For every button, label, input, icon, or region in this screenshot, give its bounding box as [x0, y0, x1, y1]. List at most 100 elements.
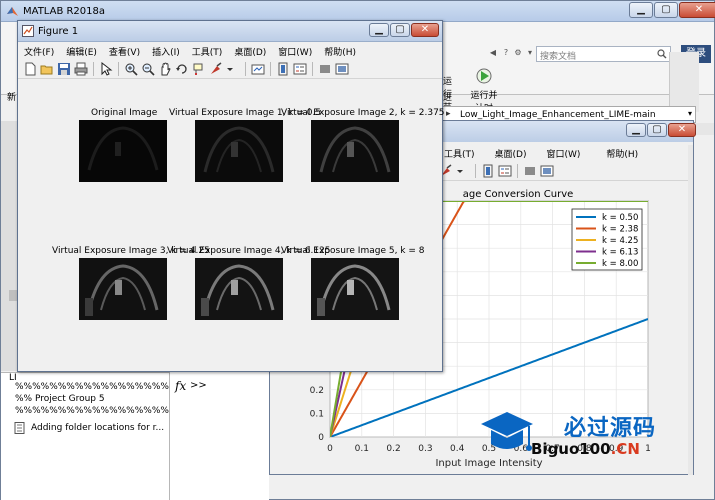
pan-icon[interactable] — [157, 61, 173, 77]
menu-help[interactable]: 帮助(H) — [318, 43, 362, 59]
close-button[interactable]: ✕ — [679, 2, 715, 18]
ribbon-left-fragment: 新 — [7, 93, 17, 103]
help-icon[interactable]: ? — [500, 48, 512, 60]
menu-desktop[interactable]: 桌面(D) — [228, 43, 272, 59]
subplot-title-original: Original Image — [91, 108, 158, 118]
menu-tools[interactable]: 工具(T) — [186, 43, 229, 59]
colorbar-icon[interactable] — [275, 61, 291, 77]
legend-label: k = 2.38 — [602, 225, 638, 235]
brush-dropdown-icon[interactable] — [225, 61, 241, 77]
close-icon: ✕ — [420, 24, 430, 35]
hide-plot-tools-icon[interactable] — [317, 61, 333, 77]
maximize-button[interactable]: ▢ — [654, 2, 678, 18]
figure-1-toolbar — [18, 59, 442, 79]
figure-1-titlebar[interactable]: Figure 1 ▁ ▢ ✕ — [18, 21, 442, 42]
rotate-3d-icon[interactable] — [174, 61, 190, 77]
watermark-cn-text: 必过源码 — [564, 416, 657, 441]
data-cursor-icon[interactable] — [191, 61, 207, 77]
fig1-close-button[interactable]: ✕ — [411, 23, 439, 37]
fx-icon[interactable]: fx — [175, 379, 186, 393]
command-prompt: >> — [190, 380, 207, 391]
dropdown-arrow-icon[interactable]: ▾ — [524, 48, 536, 60]
close-icon: ✕ — [694, 4, 704, 15]
script-file-icon — [14, 422, 25, 434]
subplot-title-exposure-2: Virtual Exposure Image 2, k = 2.375 — [281, 108, 445, 118]
watermark-url-main: Biguo100 — [531, 440, 611, 458]
exposure-1-raster — [195, 120, 283, 182]
toolbar-separator — [93, 62, 94, 76]
virtual-exposure-image-2 — [311, 120, 399, 182]
legend-label: k = 4.25 — [602, 236, 638, 246]
community-icon[interactable]: ⚙ — [512, 48, 524, 60]
y-tick-label: 0.2 — [310, 386, 324, 396]
save-icon[interactable] — [56, 61, 72, 77]
file-list-item[interactable]: Adding folder locations for r... — [31, 423, 164, 433]
toolbar-separator — [270, 62, 271, 76]
toolbar-separator — [312, 62, 313, 76]
figure-1-canvas: Original Image Virtual Exposure Image 1,… — [19, 80, 445, 370]
legend-label: k = 6.13 — [602, 248, 638, 258]
watermark-url: Biguo100.CN — [531, 440, 640, 458]
exposure-3-raster — [79, 258, 167, 320]
virtual-exposure-image-5 — [311, 258, 399, 320]
menu-view[interactable]: 查看(V) — [103, 43, 146, 59]
show-plot-tools-icon[interactable] — [334, 61, 350, 77]
zoom-in-icon[interactable] — [123, 61, 139, 77]
search-docs-input[interactable]: 搜索文档 — [536, 46, 671, 62]
address-dropdown-icon[interactable]: ▾ — [688, 109, 692, 118]
open-file-icon[interactable] — [39, 61, 55, 77]
menu-insert[interactable]: 插入(I) — [146, 43, 186, 59]
virtual-exposure-image-1 — [195, 120, 283, 182]
legend-label: k = 8.00 — [602, 259, 638, 269]
comment-line-2: %% Project Group 5 — [15, 394, 105, 404]
edit-plot-icon[interactable] — [98, 61, 114, 77]
x-tick-label: 0.3 — [418, 444, 432, 454]
minimize-button[interactable]: ▁ — [629, 2, 653, 18]
graduation-cap-logo-icon — [481, 412, 533, 451]
watermark-url-suffix: .CN — [610, 440, 640, 458]
brush-tool-icon[interactable] — [208, 61, 224, 77]
x-tick-label: 0.2 — [386, 444, 400, 454]
figure-1-menubar: 文件(F) 编辑(E) 查看(V) 插入(I) 工具(T) 桌面(D) 窗口(W… — [18, 43, 442, 59]
original-image — [79, 120, 167, 182]
minimize-icon: ▁ — [637, 4, 645, 15]
search-icon — [657, 49, 667, 59]
watermark: 必过源码 Biguo100.CN — [477, 408, 687, 468]
main-window-title: MATLAB R2018a — [23, 6, 106, 17]
run-and-time-label1: 运行并 — [470, 91, 498, 101]
y-tick-label: 0.1 — [310, 409, 324, 419]
menu-window[interactable]: 窗口(W) — [272, 43, 318, 59]
minimize-icon: ▁ — [375, 24, 383, 35]
y-tick-label: 0 — [318, 433, 324, 443]
toolbar-separator — [245, 62, 246, 76]
subplot-title-exposure-5: Virtual Exposure Image 5, k = 8 — [281, 246, 425, 256]
back-arrow-icon[interactable]: ◀ — [487, 48, 499, 60]
figure-1-window-controls: ▁ ▢ ✕ — [368, 23, 439, 37]
x-tick-label: 0 — [327, 444, 333, 454]
ribbon-scroll-area — [669, 52, 699, 112]
menu-file[interactable]: 文件(F) — [18, 43, 60, 59]
main-titlebar[interactable]: MATLAB R2018a ▁ ▢ ✕ — [1, 1, 715, 22]
zoom-out-icon[interactable] — [140, 61, 156, 77]
figure-1-title: Figure 1 — [38, 26, 79, 37]
x-tick-label: 0.1 — [355, 444, 369, 454]
figure-1-window: Figure 1 ▁ ▢ ✕ 文件(F) 编辑(E) 查看(V) 插入(I) 工… — [17, 20, 445, 372]
link-plot-icon[interactable] — [250, 61, 266, 77]
new-figure-icon[interactable] — [22, 61, 38, 77]
fig1-maximize-button[interactable]: ▢ — [390, 23, 410, 37]
legend-icon[interactable] — [292, 61, 308, 77]
search-placeholder: 搜索文档 — [540, 52, 577, 62]
chart-title: age Conversion Curve — [463, 189, 574, 200]
exposure-5-raster — [311, 258, 399, 320]
virtual-exposure-image-3 — [79, 258, 167, 320]
toolbar-separator — [118, 62, 119, 76]
command-window[interactable]: fx >> — [169, 372, 269, 500]
print-icon[interactable] — [73, 61, 89, 77]
main-window-controls: ▁ ▢ ✕ — [628, 2, 715, 18]
exposure-2-raster — [311, 120, 399, 182]
fig1-minimize-button[interactable]: ▁ — [369, 23, 389, 37]
original-image-raster — [79, 120, 167, 182]
current-folder-path: Low_Light_Image_Enhancement_LIME-main — [460, 110, 656, 120]
run-and-time-icon — [476, 68, 492, 84]
menu-edit[interactable]: 编辑(E) — [60, 43, 103, 59]
